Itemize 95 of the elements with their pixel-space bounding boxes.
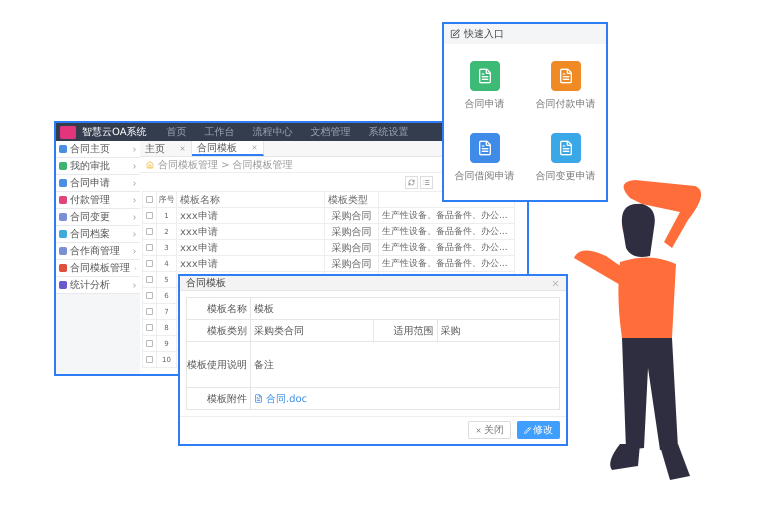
sidebar-item[interactable]: 我的审批 <box>56 158 140 175</box>
file-icon <box>254 394 263 403</box>
chevron-icon <box>131 196 138 204</box>
shortcut-label[interactable]: 合同付款申请 <box>536 97 596 111</box>
table-cell: 生产性设备、备品备件、办公... <box>379 208 515 224</box>
sidebar-label: 合同申请 <box>70 176 111 190</box>
table-cell: 采购合同 <box>325 208 379 224</box>
sidebar-label: 合同主页 <box>70 142 111 156</box>
checkbox[interactable] <box>146 260 153 267</box>
column-header: 模板名称 <box>177 192 325 208</box>
table-cell: 生产性设备、备品备件、办公... <box>379 256 515 272</box>
chevron-icon <box>131 162 138 170</box>
sidebar-item[interactable]: 合同模板管理 <box>56 260 140 277</box>
field-value: 采购 <box>438 320 560 342</box>
close-icon[interactable] <box>551 278 560 288</box>
close-icon <box>475 426 482 434</box>
chevron-icon <box>131 248 138 254</box>
checkbox[interactable] <box>146 324 153 331</box>
shortcut-label[interactable]: 合同变更申请 <box>536 169 596 183</box>
nav-item[interactable]: 流程中心 <box>252 125 293 139</box>
table-cell: xxx申请 <box>177 240 325 256</box>
table-cell: xxx申请 <box>177 208 325 224</box>
column-header: 序号 <box>157 192 177 208</box>
home-icon <box>146 160 154 168</box>
chevron-icon <box>131 180 138 186</box>
sidebar-label: 合作商管理 <box>70 244 121 258</box>
field-value: 采购类合同 <box>251 320 374 342</box>
checkbox[interactable] <box>146 228 153 235</box>
field-label: 模板名称 <box>187 298 251 320</box>
edit-button[interactable]: 修改 <box>517 421 560 439</box>
table-cell: 采购合同 <box>325 240 379 256</box>
checkbox[interactable] <box>146 356 153 363</box>
table-cell: 生产性设备、备品备件、办公... <box>379 240 515 256</box>
refresh-button[interactable] <box>405 176 418 188</box>
chevron-icon <box>131 214 138 220</box>
table-cell: xxx申请 <box>177 224 325 240</box>
close-icon[interactable] <box>251 144 258 151</box>
sidebar-item[interactable]: 合同档案 <box>56 226 140 243</box>
list-icon <box>423 178 430 186</box>
chevron-icon <box>131 282 138 288</box>
chevron-icon <box>131 146 138 152</box>
shortcut-label[interactable]: 合同申请 <box>464 97 504 111</box>
table-cell: xxx申请 <box>177 256 325 272</box>
field-value: 模板 <box>251 298 560 320</box>
panel-title: 快速入口 <box>464 28 504 41</box>
refresh-icon <box>408 178 415 186</box>
checkbox[interactable] <box>146 244 153 251</box>
sidebar-label: 合同变更 <box>70 210 111 224</box>
nav-item[interactable]: 首页 <box>166 125 187 139</box>
document-icon[interactable] <box>550 61 580 91</box>
sidebar-item[interactable]: 付款管理 <box>56 192 140 209</box>
close-button[interactable]: 关闭 <box>468 421 511 439</box>
table-cell: 生产性设备、备品备件、办公... <box>379 224 515 240</box>
field-label: 模板使用说明 <box>187 342 251 388</box>
nav-item[interactable]: 文档管理 <box>310 125 351 139</box>
table-cell: 采购合同 <box>325 224 379 240</box>
document-icon[interactable] <box>550 133 580 163</box>
table-cell: 采购合同 <box>325 256 379 272</box>
tab[interactable]: 合同模板 <box>192 141 264 156</box>
pencil-icon <box>524 426 531 434</box>
sidebar-label: 合同模板管理 <box>70 262 130 275</box>
checkbox[interactable] <box>146 340 153 347</box>
file-link[interactable]: 合同.doc <box>266 392 308 406</box>
chevron-icon <box>133 264 138 272</box>
sidebar-item[interactable]: 合同申请 <box>56 175 140 192</box>
column-header: 模板类型 <box>325 192 379 208</box>
sidebar-item[interactable]: 合同变更 <box>56 209 140 226</box>
checkbox[interactable] <box>146 196 153 203</box>
field-label: 模板类别 <box>187 320 251 342</box>
field-label: 适用范围 <box>374 320 438 342</box>
nav-item[interactable]: 工作台 <box>204 125 235 139</box>
sidebar-label: 我的审批 <box>70 160 111 173</box>
checkbox[interactable] <box>146 292 153 299</box>
field-value: 备注 <box>251 342 560 388</box>
sidebar-item[interactable]: 合同主页 <box>56 141 140 158</box>
document-icon[interactable] <box>470 133 500 163</box>
sidebar-label: 合同档案 <box>70 228 111 241</box>
sidebar-item[interactable]: 合作商管理 <box>56 243 140 260</box>
checkbox[interactable] <box>146 276 153 283</box>
field-label: 模板附件 <box>187 388 251 410</box>
document-icon[interactable] <box>470 61 500 91</box>
breadcrumb: 合同模板管理 > 合同模板管理 <box>158 158 293 172</box>
checkbox[interactable] <box>146 308 153 315</box>
list-button[interactable] <box>420 176 433 188</box>
close-icon[interactable] <box>179 145 186 152</box>
sidebar-item[interactable]: 统计分析 <box>56 277 140 294</box>
edit-icon <box>450 29 460 39</box>
checkbox[interactable] <box>146 212 153 219</box>
chevron-icon <box>131 230 138 238</box>
shortcut-label[interactable]: 合同借阅申请 <box>454 169 514 183</box>
sidebar-label: 付款管理 <box>70 194 111 207</box>
dialog-title: 合同模板 <box>186 276 226 290</box>
nav-item[interactable]: 系统设置 <box>368 125 409 139</box>
sidebar-label: 统计分析 <box>70 278 111 292</box>
app-title: 智慧云OA系统 <box>82 126 147 139</box>
